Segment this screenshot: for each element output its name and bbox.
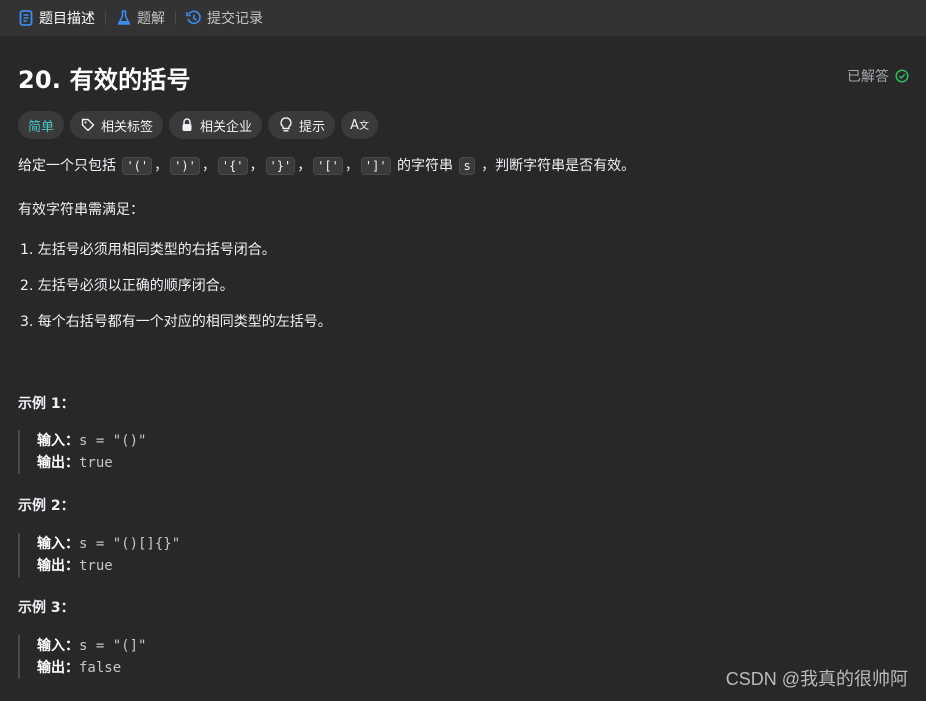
example-title: 示例 3： [18,600,75,616]
tab-label: 提交记录 [207,11,263,27]
history-icon [186,10,202,26]
intro-text: 的字符串 [392,158,458,174]
intro-text: 给定一个只包括 [18,158,121,174]
input-label: 输入： [37,433,79,449]
lock-icon [179,117,195,133]
example-output: 输出：true [37,555,418,577]
input-value: s = "()[]{}" [79,536,181,552]
input-label: 输入： [37,536,79,552]
problem-title: 20. 有效的括号 [18,66,191,94]
translate-icon: A文 [350,118,369,133]
tag-row: 简单 相关标签 相关企业 提示 A文 [18,111,378,139]
tab-divider [175,11,176,25]
hint-label: 提示 [299,119,326,135]
tab-label: 题目描述 [39,11,95,27]
char-code: ']' [360,157,391,175]
char-code: '{' [217,157,248,175]
output-label: 输出： [37,455,79,471]
solved-label: 已解答 [847,69,889,85]
example-title: 示例 1： [18,396,75,412]
var-code: s [459,157,475,175]
example-output: 输出：true [37,452,418,474]
example-block: 输入：s = "()" 输出：true [18,430,418,474]
tab-divider [105,11,106,25]
separator: ， [154,158,169,174]
related-tags-label: 相关标签 [101,119,154,135]
rule-item: 1. 左括号必须用相同类型的右括号闭合。 [20,242,276,258]
tab-label: 题解 [137,11,165,27]
difficulty-badge[interactable]: 简单 [18,111,65,139]
intro-text: ，判断字符串是否有效。 [476,158,636,174]
example-input: 输入：s = "(]" [37,635,418,657]
intro-paragraph: 给定一个只包括 '('， ')'， '{'， '}'， '['， ']' 的字符串 s ，… [18,156,635,176]
rule-item: 3. 每个右括号都有一个对应的相同类型的左括号。 [20,314,332,330]
check-circle-icon [894,68,910,84]
separator: ， [249,158,264,174]
example-output: 输出：false [37,657,418,679]
lightbulb-icon [278,117,294,133]
tag-icon [80,117,96,133]
char-code: ')' [170,157,200,175]
output-label: 输出： [37,558,79,574]
flask-icon [116,10,132,26]
rule-item: 2. 左括号必须以正确的顺序闭合。 [20,278,234,294]
translate-button[interactable]: A文 [341,111,378,139]
tab-bar: 题目描述 题解 提交记录 [0,0,926,36]
char-code: '}' [265,157,296,175]
difficulty-label: 简单 [28,119,55,135]
title-row: 20. 有效的括号 已解答 [18,36,910,116]
char-code: '(' [122,157,153,175]
input-value: s = "(]" [79,638,147,654]
rule-title: 有效字符串需满足： [18,202,144,218]
translate-label: A [350,118,359,133]
char-code: '[' [313,157,343,175]
input-label: 输入： [37,638,79,654]
tab-submissions[interactable]: 提交记录 [182,0,267,36]
separator: ， [344,158,359,174]
description-icon [18,10,34,26]
example-block: 输入：s = "()[]{}" 输出：true [18,533,418,577]
companies-button[interactable]: 相关企业 [169,111,263,139]
tab-description[interactable]: 题目描述 [14,0,99,36]
separator: ， [297,158,312,174]
watermark: CSDN @我真的很帅阿 [725,669,908,689]
separator: ， [201,158,216,174]
input-value: s = "()" [79,433,147,449]
example-title: 示例 2： [18,498,75,514]
example-input: 输入：s = "()[]{}" [37,533,418,555]
hint-button[interactable]: 提示 [268,111,336,139]
output-value: true [79,455,113,471]
output-value: true [79,558,113,574]
companies-label: 相关企业 [200,119,253,135]
output-label: 输出： [37,660,79,676]
example-block: 输入：s = "(]" 输出：false [18,635,418,679]
solved-status: 已解答 [847,66,910,86]
related-tags-button[interactable]: 相关标签 [70,111,164,139]
output-value: false [79,660,122,676]
example-input: 输入：s = "()" [37,430,418,452]
tab-solutions[interactable]: 题解 [112,0,169,36]
